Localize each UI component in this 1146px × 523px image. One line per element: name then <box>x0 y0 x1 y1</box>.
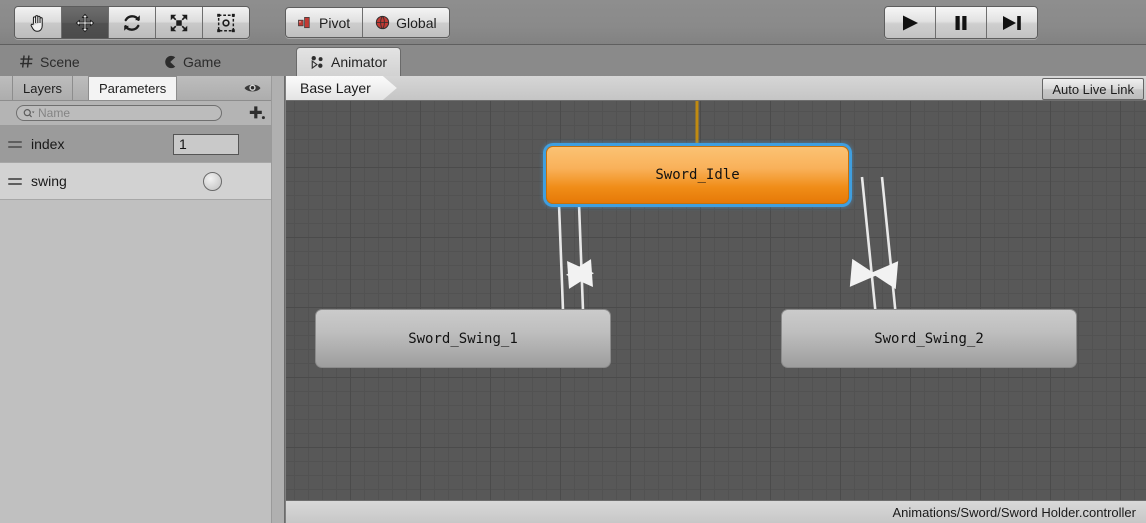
search-icon <box>23 108 35 117</box>
step-forward-icon <box>1003 15 1021 30</box>
state-node-sword-idle[interactable]: Sword_Idle <box>546 146 849 204</box>
pivot-label: Pivot <box>319 14 351 31</box>
hash-icon <box>20 55 33 68</box>
step-button[interactable] <box>987 7 1037 38</box>
subtab-parameters[interactable]: Parameters <box>88 76 178 100</box>
search-input[interactable]: Name <box>16 105 222 121</box>
play-icon <box>903 15 918 30</box>
breadcrumb-label: Base Layer <box>300 80 371 96</box>
state-node-label: Sword_Swing_1 <box>408 330 518 347</box>
rotate-tool-button[interactable] <box>109 7 156 38</box>
drag-handle-icon[interactable] <box>8 177 22 185</box>
playback-controls-group <box>884 6 1038 39</box>
parameter-row-index[interactable]: index 1 <box>0 126 284 163</box>
search-placeholder: Name <box>38 106 71 120</box>
pause-icon <box>955 15 967 30</box>
game-icon <box>165 55 176 68</box>
add-parameter-button[interactable] <box>248 104 266 124</box>
tab-game-label: Game <box>183 53 222 70</box>
left-panel-subtabs: Layers Parameters <box>0 76 284 101</box>
tab-scene-label: Scene <box>40 53 80 70</box>
auto-live-link-label: Auto Live Link <box>1052 81 1134 97</box>
subtab-layers-label: Layers <box>23 80 63 96</box>
hand-icon <box>30 14 43 32</box>
main-toolbar: Pivot Global <box>0 0 1146 45</box>
rotate-icon <box>124 14 140 31</box>
auto-live-link-button[interactable]: Auto Live Link <box>1042 78 1144 100</box>
move-icon <box>75 13 95 32</box>
handle-options-group: Pivot Global <box>285 7 450 38</box>
scale-tool-button[interactable] <box>156 7 203 38</box>
tab-scene[interactable]: Scene <box>6 47 93 76</box>
pivot-icon <box>298 16 310 28</box>
animator-icon <box>311 55 323 69</box>
subtab-parameters-label: Parameters <box>99 81 167 96</box>
animator-left-panel: Layers Parameters Name index 1 swing <box>0 76 285 523</box>
tab-game[interactable]: Game <box>150 47 234 76</box>
global-toggle-button[interactable]: Global <box>363 8 449 37</box>
state-node-sword-swing-2[interactable]: Sword_Swing_2 <box>781 309 1077 368</box>
transform-tools-group <box>14 6 250 39</box>
scale-icon <box>170 14 188 31</box>
global-label: Global <box>396 14 437 31</box>
drag-handle-icon[interactable] <box>8 140 22 148</box>
parameter-search-row: Name <box>0 101 284 126</box>
globe-icon <box>375 15 390 30</box>
parameter-value-index[interactable]: 1 <box>173 133 239 155</box>
transition-arrow-down-right[interactable] <box>870 259 899 290</box>
parameter-row-swing[interactable]: swing <box>0 163 284 200</box>
controller-path-label: Animations/Sword/Sword Holder.controller <box>892 504 1137 520</box>
pivot-toggle-button[interactable]: Pivot <box>286 8 364 37</box>
breadcrumb-bar: Base Layer Auto Live Link <box>286 76 1146 101</box>
parameter-trigger-swing[interactable] <box>203 171 222 191</box>
hand-tool-button[interactable] <box>15 7 62 38</box>
state-machine-canvas[interactable]: Sword_Idle Sword_Swing_1 Sword_Swing_2 <box>286 101 1146 501</box>
tab-animator-label: Animator <box>331 54 388 70</box>
eye-icon[interactable] <box>243 79 262 99</box>
state-node-label: Sword_Swing_2 <box>874 330 984 347</box>
parameter-name-index: index <box>31 136 65 152</box>
tab-animator[interactable]: Animator <box>296 47 402 76</box>
move-tool-button[interactable] <box>62 7 109 38</box>
state-node-label: Sword_Idle <box>655 167 740 183</box>
status-bar: Animations/Sword/Sword Holder.controller <box>286 500 1146 523</box>
play-button[interactable] <box>885 7 936 38</box>
parameter-name-swing: swing <box>31 173 67 189</box>
window-tab-row: Scene Game Animator <box>0 45 1146 107</box>
animator-graph-panel: Base Layer Auto Live Link Sword_Idle Swo… <box>286 76 1146 523</box>
state-node-sword-swing-1[interactable]: Sword_Swing_1 <box>315 309 611 368</box>
left-panel-scrollbar[interactable] <box>271 76 284 523</box>
pause-button[interactable] <box>936 7 987 38</box>
subtab-layers[interactable]: Layers <box>12 76 74 100</box>
rect-tool-button[interactable] <box>203 7 249 38</box>
breadcrumb-base-layer[interactable]: Base Layer <box>286 76 397 100</box>
rect-transform-icon <box>217 13 235 32</box>
